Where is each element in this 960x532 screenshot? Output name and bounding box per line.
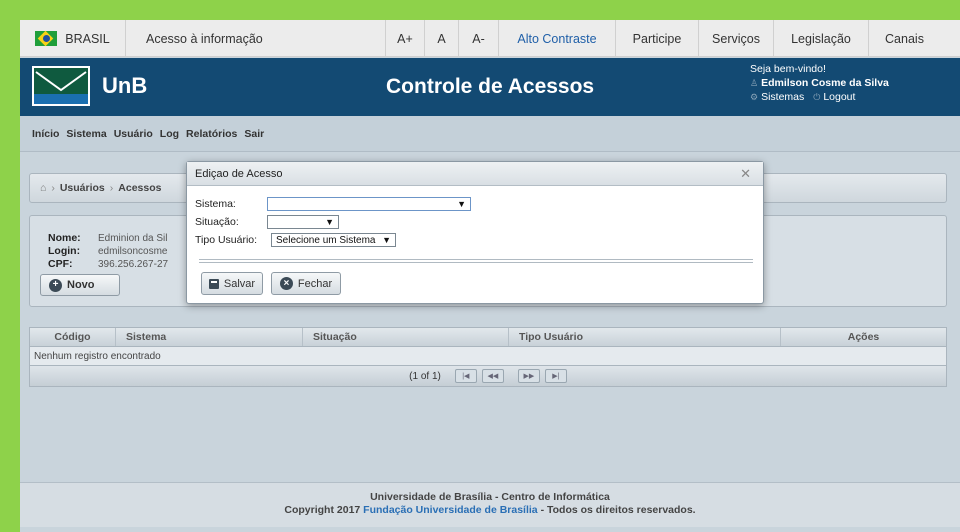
table-empty-message: Nenhum registro encontrado bbox=[29, 347, 947, 365]
tipo-usuario-select-value: Selecione um Sistema bbox=[276, 234, 376, 246]
sistemas-link[interactable]: Sistemas bbox=[761, 91, 804, 103]
footer-line-1: Universidade de Brasília - Centro de Inf… bbox=[370, 491, 610, 503]
unb-logo-icon bbox=[32, 66, 90, 106]
sistema-row: Sistema: ▼ bbox=[195, 197, 471, 211]
cpf-row: CPF: 396.256.267-27 bbox=[48, 258, 168, 270]
main-menu: Início Sistema Usuário Log Relatórios Sa… bbox=[20, 116, 960, 152]
user-name: Edmilson Cosme da Silva bbox=[761, 77, 889, 89]
breadcrumb-acessos: Acessos bbox=[118, 182, 162, 194]
edicao-acesso-dialog: Ediçao de Acesso ✕ Sistema: ▼ Situação: … bbox=[186, 161, 764, 304]
cpf-label: CPF: bbox=[48, 258, 73, 270]
plus-circle-icon: + bbox=[49, 278, 62, 292]
brasil-link[interactable]: BRASIL bbox=[20, 20, 126, 57]
app-header: UnB Controle de Acessos Seja bem-vindo! … bbox=[20, 58, 960, 116]
situacao-row: Situação: ▼ bbox=[195, 215, 339, 229]
save-button[interactable]: Salvar bbox=[201, 272, 263, 295]
dialog-titlebar[interactable]: Ediçao de Acesso ✕ bbox=[187, 162, 763, 186]
situacao-label: Situação: bbox=[195, 216, 239, 228]
footer-fub-link[interactable]: Fundação Universidade de Brasília bbox=[363, 504, 537, 516]
breadcrumb-separator: › bbox=[51, 182, 55, 194]
page-footer: Universidade de Brasília - Centro de Inf… bbox=[20, 482, 960, 527]
column-acoes: Ações bbox=[847, 331, 880, 343]
breadcrumb-usuarios[interactable]: Usuários bbox=[60, 182, 105, 194]
login-value: edmilsoncosme bbox=[98, 246, 168, 257]
menu-sair[interactable]: Sair bbox=[244, 128, 264, 140]
menu-inicio[interactable]: Início bbox=[32, 128, 59, 140]
user-box: Seja bem-vindo! ♙ Edmilson Cosme da Silva… bbox=[750, 62, 889, 104]
footer-rights: - Todos os direitos reservados. bbox=[540, 504, 696, 516]
close-button[interactable]: × Fechar bbox=[271, 272, 341, 295]
servicos-link[interactable]: Serviços bbox=[699, 20, 774, 57]
tipo-usuario-label: Tipo Usuário: bbox=[195, 234, 258, 246]
logo-text: UnB bbox=[102, 73, 148, 98]
close-button-label: Fechar bbox=[297, 277, 333, 290]
column-situacao[interactable]: Situação bbox=[303, 328, 509, 346]
column-tipo-usuario[interactable]: Tipo Usuário bbox=[509, 328, 781, 346]
situacao-select[interactable]: ▼ bbox=[267, 215, 339, 229]
sistema-label: Sistema: bbox=[195, 198, 236, 210]
dialog-title: Ediçao de Acesso bbox=[195, 167, 283, 180]
last-page-icon[interactable]: ▶| bbox=[544, 369, 567, 383]
nome-row: Nome: Edminion da Sil bbox=[48, 232, 167, 244]
sistema-select[interactable]: ▼ bbox=[267, 197, 471, 211]
user-icon: ♙ bbox=[750, 78, 759, 88]
pager-status: (1 of 1) bbox=[409, 370, 441, 382]
next-page-icon[interactable]: ▶▶ bbox=[517, 369, 540, 383]
chevron-down-icon: ▼ bbox=[382, 235, 391, 245]
close-circle-icon: × bbox=[279, 277, 293, 290]
app-title: Controle de Acessos bbox=[386, 75, 595, 98]
menu-sistema[interactable]: Sistema bbox=[66, 128, 106, 140]
menu-log[interactable]: Log bbox=[160, 128, 179, 140]
power-icon: ⏻ bbox=[813, 92, 821, 102]
font-normal-link[interactable]: A bbox=[425, 20, 459, 57]
save-button-label: Salvar bbox=[223, 277, 256, 290]
table-header: Código Sistema Situação Tipo Usuário Açõ… bbox=[29, 327, 947, 347]
acessos-table: Código Sistema Situação Tipo Usuário Açõ… bbox=[29, 327, 947, 387]
menu-usuario[interactable]: Usuário bbox=[114, 128, 153, 140]
canais-link[interactable]: Canais bbox=[869, 20, 940, 57]
chevron-down-icon: ▼ bbox=[325, 217, 334, 227]
dialog-separator bbox=[199, 259, 753, 263]
participe-link[interactable]: Participe bbox=[616, 20, 699, 57]
font-increase-link[interactable]: A+ bbox=[386, 20, 425, 57]
footer-copyright: Copyright 2017 bbox=[284, 504, 361, 516]
floppy-disk-icon bbox=[208, 278, 219, 289]
acesso-informacao-link[interactable]: Acesso à informação bbox=[126, 20, 386, 57]
tipo-usuario-select[interactable]: Selecione um Sistema ▼ bbox=[271, 233, 396, 247]
previous-page-icon[interactable]: ◀◀ bbox=[481, 369, 504, 383]
novo-button[interactable]: + Novo bbox=[40, 274, 120, 296]
menu-relatorios[interactable]: Relatórios bbox=[186, 128, 237, 140]
gov-bar: BRASIL Acesso à informação A+ A A- Alto … bbox=[20, 20, 960, 57]
brasil-label: BRASIL bbox=[65, 31, 110, 46]
column-sistema[interactable]: Sistema bbox=[116, 328, 303, 346]
brazil-flag-icon bbox=[35, 31, 58, 46]
first-page-icon[interactable]: |◀ bbox=[454, 369, 477, 383]
column-codigo[interactable]: Código bbox=[30, 328, 116, 346]
cpf-value: 396.256.267-27 bbox=[98, 259, 169, 270]
login-label: Login: bbox=[48, 245, 81, 257]
unb-logo[interactable]: UnB bbox=[32, 66, 147, 106]
legislacao-link[interactable]: Legislação bbox=[774, 20, 869, 57]
font-decrease-link[interactable]: A- bbox=[459, 20, 499, 57]
welcome-text: Seja bem-vindo! bbox=[750, 63, 826, 75]
gear-icon: ⚙ bbox=[750, 92, 759, 102]
table-paginator: (1 of 1) |◀ ◀◀ ▶▶ ▶| bbox=[29, 365, 947, 387]
high-contrast-link[interactable]: Alto Contraste bbox=[499, 20, 616, 57]
login-row: Login: edmilsoncosme bbox=[48, 245, 167, 257]
nome-value: Edminion da Sil bbox=[98, 233, 168, 244]
novo-button-label: Novo bbox=[67, 279, 95, 291]
breadcrumb-separator: › bbox=[109, 182, 114, 194]
footer-line-2: Copyright 2017 Fundação Universidade de … bbox=[20, 504, 960, 517]
close-icon[interactable]: ✕ bbox=[740, 166, 751, 182]
chevron-down-icon: ▼ bbox=[457, 199, 466, 209]
home-icon[interactable]: ⌂ bbox=[40, 182, 46, 194]
logout-link[interactable]: Logout bbox=[823, 91, 855, 103]
nome-label: Nome: bbox=[48, 232, 81, 244]
tipo-usuario-row: Tipo Usuário: Selecione um Sistema ▼ bbox=[195, 233, 396, 247]
